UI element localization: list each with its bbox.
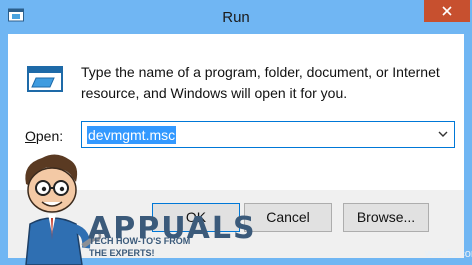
open-input-value[interactable]: devmgmt.msc	[87, 126, 177, 144]
watermark-text: wsxdn.com	[425, 248, 472, 260]
run-dialog: Run Type the name of a program, folder, …	[0, 0, 472, 265]
run-icon	[27, 66, 63, 92]
browse-button[interactable]: Browse...	[343, 203, 429, 232]
title-bar[interactable]: Run	[0, 0, 472, 34]
dialog-description: Type the name of a program, folder, docu…	[81, 64, 440, 101]
window-title: Run	[222, 9, 250, 26]
cancel-button[interactable]: Cancel	[244, 203, 332, 232]
open-label: Open:	[25, 128, 64, 144]
logo-tagline: TECH HOW-TO'S FROM THE EXPERTS!	[89, 235, 199, 259]
close-icon	[442, 6, 452, 16]
open-combobox[interactable]: devmgmt.msc	[81, 121, 455, 148]
logo-tagline-line-2: THE EXPERTS!	[89, 248, 155, 258]
logo-tagline-line-1: TECH HOW-TO'S FROM	[89, 236, 191, 246]
close-button[interactable]	[424, 0, 470, 22]
chevron-down-icon[interactable]	[438, 130, 448, 138]
